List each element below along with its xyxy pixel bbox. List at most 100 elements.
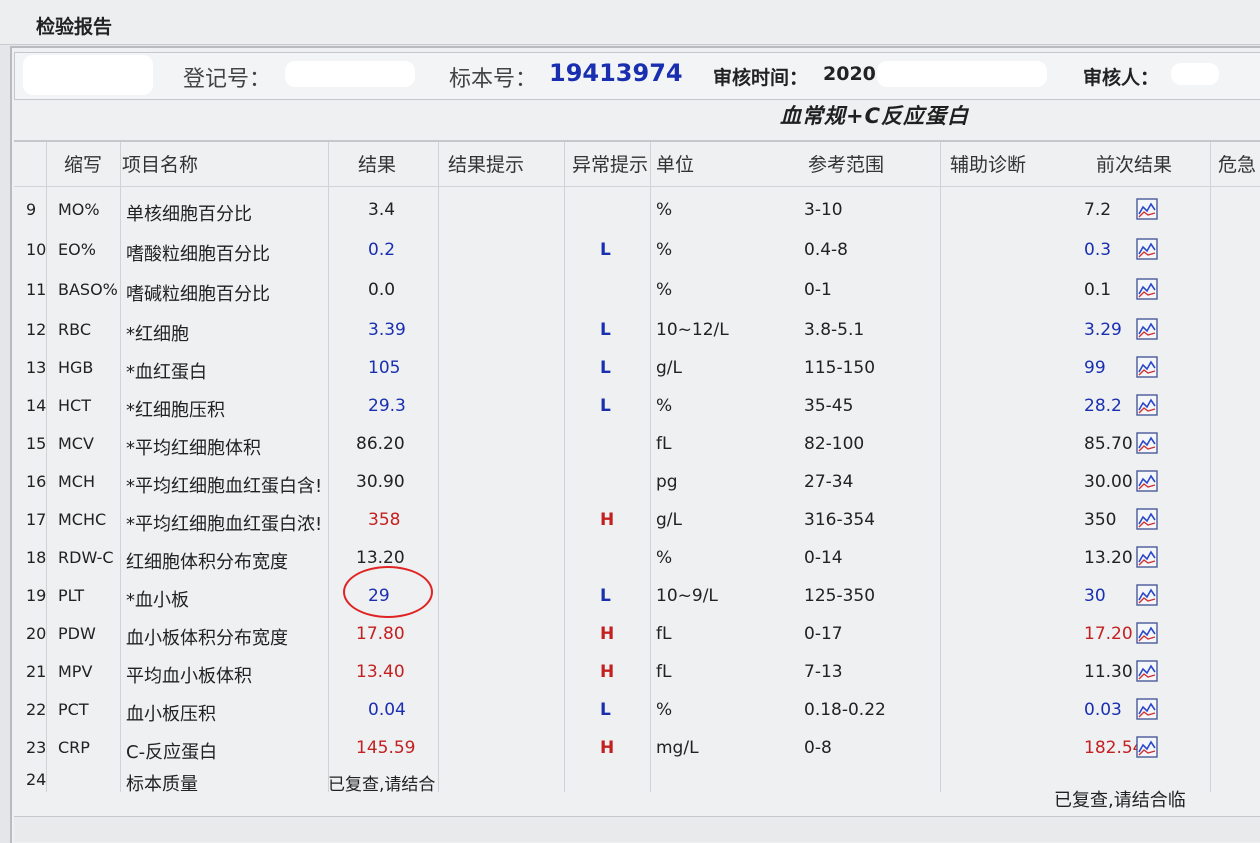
review-time-label: 审核时间：	[713, 67, 809, 89]
item-result: 3.39	[368, 320, 406, 340]
trend-chart-icon[interactable]	[1136, 546, 1158, 568]
item-name: *平均红细胞体积	[126, 438, 261, 459]
previous-result: 11.30	[1084, 662, 1133, 682]
abnormal-flag: L	[600, 358, 611, 378]
previous-result: 350	[1084, 510, 1117, 530]
table-row[interactable]: 9 MO% 单核细胞百分比 3.4% 3-10 7.2	[14, 192, 1260, 230]
header-abbr[interactable]: 缩写	[64, 150, 102, 177]
item-unit: fL	[656, 662, 672, 682]
header-result[interactable]: 结果	[358, 150, 396, 177]
item-abbr: CRP	[58, 738, 90, 757]
trend-chart-icon[interactable]	[1136, 736, 1158, 758]
abnormal-flag: H	[600, 662, 615, 682]
header-unit[interactable]: 单位	[656, 150, 694, 177]
table-row[interactable]: 14 HCT *红细胞压积 29.3 L% 35-45 28.2	[14, 388, 1260, 426]
item-result: 13.20	[356, 548, 405, 568]
previous-result: 0.03	[1084, 700, 1122, 720]
trend-chart-icon[interactable]	[1136, 278, 1158, 300]
item-unit: %	[656, 280, 673, 300]
row-number: 18	[26, 548, 47, 567]
table-row[interactable]: 15 MCV *平均红细胞体积 86.20 fL 82-100 85.70	[14, 426, 1260, 464]
reference-range: 125-350	[804, 586, 876, 606]
table-header: 缩写 项目名称 结果 结果提示 异常提示 单位 参考范围 辅助诊断 前次结果 危…	[14, 142, 1260, 182]
previous-result: 182.54	[1084, 738, 1144, 758]
table-row[interactable]: 12 RBC *红细胞 3.39 L 10~12/L 3.8-5.1 3.29	[14, 312, 1260, 350]
reference-range: 316-354	[804, 510, 876, 530]
table-row[interactable]: 18 RDW-C 红细胞体积分布宽度 13.20% 0-14 13.20	[14, 540, 1260, 578]
redacted-reviewer	[1171, 63, 1219, 85]
row-number: 15	[26, 434, 47, 453]
trend-chart-icon[interactable]	[1136, 432, 1158, 454]
footer-bar	[14, 816, 1260, 842]
trend-chart-icon[interactable]	[1136, 356, 1158, 378]
table-row[interactable]: 13 HGB *血红蛋白 105 Lg/L 115-150 99	[14, 350, 1260, 388]
item-result: 0.04	[368, 700, 406, 720]
item-name: *红细胞压积	[126, 400, 225, 421]
previous-result: 85.70	[1084, 434, 1133, 454]
trend-chart-icon[interactable]	[1136, 660, 1158, 682]
table-row[interactable]: 19 PLT *血小板 29 L 10~9/L 125-350 30	[14, 578, 1260, 616]
table-row[interactable]: 22 PCT 血小板压积 0.04 L% 0.18-0.22 0.03	[14, 692, 1260, 730]
item-abbr: MCH	[58, 472, 96, 491]
table-row[interactable]: 20 PDW 血小板体积分布宽度 17.80 HfL 0-17 17.20	[14, 616, 1260, 654]
trend-chart-icon[interactable]	[1136, 198, 1158, 220]
trend-chart-icon[interactable]	[1136, 622, 1158, 644]
item-unit: 10~9/L	[656, 586, 718, 606]
header-prev[interactable]: 前次结果	[1096, 150, 1172, 177]
trend-chart-icon[interactable]	[1136, 394, 1158, 416]
reference-range: 3.8-5.1	[804, 320, 865, 340]
row-number: 16	[26, 472, 47, 491]
item-name: 嗜碱粒细胞百分比	[126, 284, 270, 305]
item-name: 单核细胞百分比	[126, 204, 252, 225]
table-row[interactable]: 17 MCHC *平均红细胞血红蛋白浓! 358 Hg/L 316-354 350	[14, 502, 1260, 540]
header-ref[interactable]: 参考范围	[808, 150, 884, 177]
window-titlebar: 检验报告	[0, 0, 1260, 45]
item-name: 平均血小板体积	[126, 666, 252, 687]
item-result: 0.0	[368, 280, 396, 300]
trend-chart-icon[interactable]	[1136, 470, 1158, 492]
trend-chart-icon[interactable]	[1136, 238, 1158, 260]
table-row[interactable]: 21 MPV 平均血小板体积 13.40 HfL 7-13 11.30	[14, 654, 1260, 692]
trend-chart-icon[interactable]	[1136, 584, 1158, 606]
item-unit: g/L	[656, 358, 682, 378]
trend-chart-icon[interactable]	[1136, 698, 1158, 720]
previous-result: 30.00	[1084, 472, 1133, 492]
item-unit: fL	[656, 624, 672, 644]
row-number: 12	[26, 320, 47, 339]
previous-result: 99	[1084, 358, 1106, 378]
reference-range: 115-150	[804, 358, 876, 378]
trend-chart-icon[interactable]	[1136, 508, 1158, 530]
redacted-patient-name	[23, 55, 153, 95]
item-abbr: PLT	[58, 586, 85, 605]
header-aux[interactable]: 辅助诊断	[950, 150, 1026, 177]
row-number: 11	[26, 280, 47, 299]
reference-range: 0.4-8	[804, 240, 848, 260]
item-result: 0.2	[368, 240, 396, 260]
previous-result: 3.29	[1084, 320, 1122, 340]
previous-result: 30	[1084, 586, 1106, 606]
item-result: 已复查,请结合	[328, 775, 436, 795]
item-name: 血小板压积	[126, 704, 216, 725]
abnormal-flag: H	[600, 624, 615, 644]
row-number: 21	[26, 662, 47, 681]
sample-number: 19413974	[549, 59, 683, 87]
reference-range: 27-34	[804, 472, 854, 492]
previous-result: 0.1	[1084, 280, 1112, 300]
header-name[interactable]: 项目名称	[122, 150, 198, 177]
header-result-hint[interactable]: 结果提示	[448, 150, 524, 177]
reviewer-label: 审核人：	[1083, 67, 1160, 89]
table-row[interactable]: 11 BASO% 嗜碱粒细胞百分比 0.0% 0-1 0.1	[14, 272, 1260, 310]
abnormal-flag: L	[600, 320, 611, 340]
row-number: 19	[26, 586, 47, 605]
trend-chart-icon[interactable]	[1136, 318, 1158, 340]
row-number: 23	[26, 738, 47, 757]
table-row[interactable]: 16 MCH *平均红细胞血红蛋白含! 30.90 pg 27-34 30.00	[14, 464, 1260, 502]
item-result: 86.20	[356, 434, 405, 454]
row-number: 22	[26, 700, 47, 719]
header-abnormal[interactable]: 异常提示	[572, 150, 648, 177]
item-abbr: RDW-C	[58, 548, 114, 567]
table-row[interactable]: 10 EO% 嗜酸粒细胞百分比 0.2 L% 0.4-8 0.3	[14, 232, 1260, 270]
abnormal-flag: L	[600, 396, 611, 416]
header-critical[interactable]: 危急	[1218, 150, 1256, 177]
row-number: 14	[26, 396, 47, 415]
